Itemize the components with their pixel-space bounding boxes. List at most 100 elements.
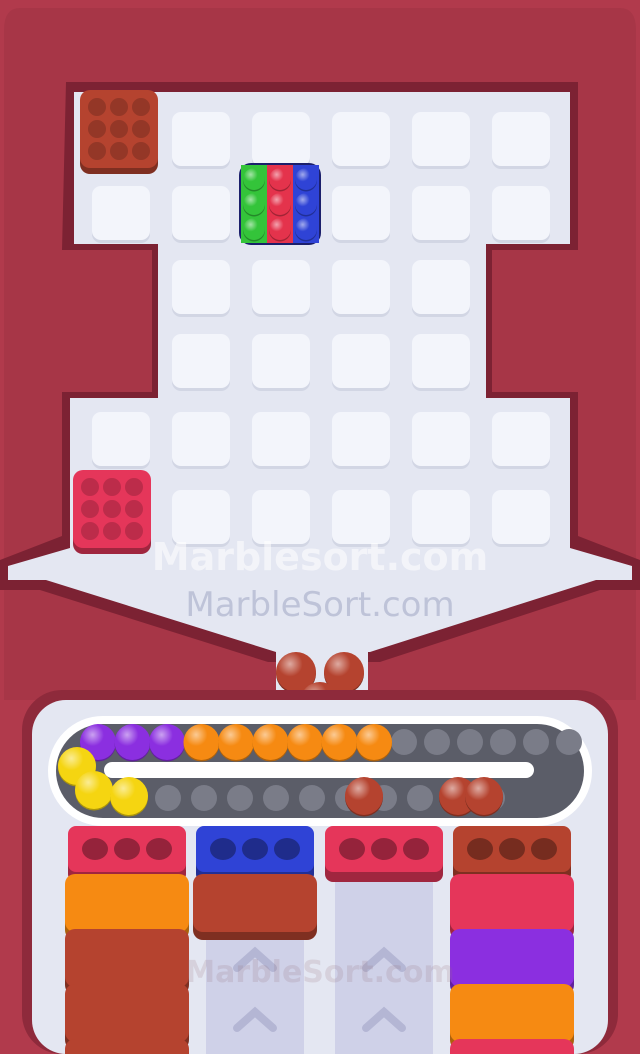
board-cell[interactable] [332,334,390,391]
queue-block [450,1039,574,1054]
block-marble [269,168,291,192]
board-cell[interactable] [252,412,310,469]
board-cell[interactable] [172,186,230,243]
board-cell[interactable] [492,112,550,169]
slot-hole [146,838,172,860]
queue-4[interactable] [450,826,574,1054]
empty-slot [391,729,417,755]
board-cell[interactable] [412,186,470,243]
conveyor-marble [149,724,185,762]
queue-3[interactable] [325,826,443,1054]
queue-1[interactable] [65,826,189,1054]
slot-hole [114,838,140,860]
queue-block [450,874,574,932]
board-cell[interactable] [412,112,470,169]
block-marble [81,478,99,496]
block-marble [132,98,150,116]
slot-hole [403,838,429,860]
conveyor-marble [110,777,148,817]
board-cell[interactable] [412,260,470,317]
board-cell[interactable] [332,112,390,169]
slot-hole [467,838,493,860]
empty-slot [155,785,181,811]
block-marble [269,218,291,242]
block-marble [88,98,106,116]
block-marble [295,168,317,192]
board-cell[interactable] [332,260,390,317]
conveyor-marble [356,724,392,762]
block-marble [125,500,143,518]
board-cell[interactable] [492,412,550,469]
board-cell[interactable] [412,490,470,547]
block-marble [269,193,291,217]
board-cell[interactable] [172,260,230,317]
block-marble [132,142,150,160]
block-marble [81,522,99,540]
empty-slot [191,785,217,811]
game-scene [0,0,640,1054]
block-marble [88,142,106,160]
conveyor-marble [252,724,289,762]
block-marble [125,522,143,540]
board-cell[interactable] [252,334,310,391]
queue-block [450,929,574,987]
empty-slot [227,785,253,811]
queue-block [65,874,189,932]
block-marble [243,218,265,242]
board-cell[interactable] [332,186,390,243]
slot-hole [210,838,236,860]
block-marble [243,168,265,192]
block-marble [81,500,99,518]
block-marble [295,193,317,217]
board-cell[interactable] [492,490,550,547]
pink-marble-block[interactable] [73,470,151,554]
block-marble [88,120,106,138]
slot-hole [274,838,300,860]
queue-block [193,874,317,932]
queue-block [450,984,574,1042]
slot-hole [531,838,557,860]
board-cell[interactable] [332,490,390,547]
block-marble [295,218,317,242]
empty-slot [263,785,289,811]
conveyor-marble [321,724,358,762]
queue-block [65,984,189,1042]
conveyor-marble [183,724,220,762]
block-marble [125,478,143,496]
board-cell[interactable] [172,334,230,391]
queue-lane [335,880,433,1054]
block-marble [243,193,265,217]
block-marble [110,120,128,138]
board-cell[interactable] [92,186,150,243]
empty-slot [407,785,433,811]
empty-slot [556,729,582,755]
conveyor-marble [465,777,503,817]
slot-hole [242,838,268,860]
block-marble [110,142,128,160]
board-cell[interactable] [412,412,470,469]
slot-hole [82,838,108,860]
board-cell[interactable] [332,412,390,469]
board-cell[interactable] [252,260,310,317]
block-marble [132,120,150,138]
rgb-marble-block[interactable] [239,163,321,245]
block-marble [110,98,128,116]
queue-block [65,1039,189,1054]
queue-block [65,929,189,987]
board-cell[interactable] [252,490,310,547]
block-marble [103,500,121,518]
board-cell[interactable] [492,186,550,243]
conveyor-marble [287,724,323,762]
board-cell[interactable] [172,412,230,469]
board-cell[interactable] [92,412,150,469]
slot-hole [339,838,365,860]
board-cell[interactable] [172,490,230,547]
brown-marble-block[interactable] [80,90,158,174]
queue-2[interactable] [193,826,317,1054]
board-cell[interactable] [172,112,230,169]
conveyor-marble [345,777,383,817]
board-cell[interactable] [412,334,470,391]
empty-slot [523,729,549,755]
board-cell[interactable] [252,112,310,169]
empty-slot [457,729,483,755]
